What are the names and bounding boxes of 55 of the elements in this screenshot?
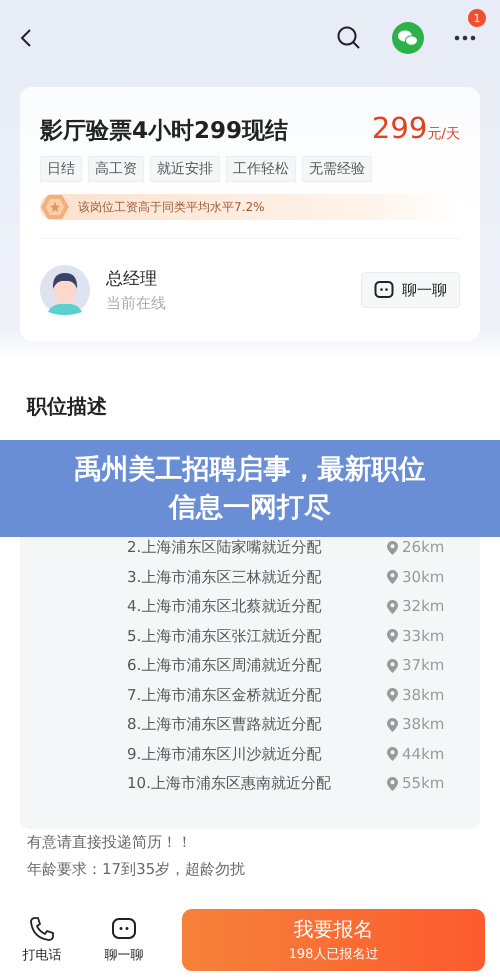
requirement-text: 有意请直接投递简历！！ (27, 832, 193, 852)
distance: 32km (402, 596, 444, 617)
distance: 55km (402, 773, 444, 794)
distance: 44km (402, 744, 444, 764)
chat-button[interactable]: 聊一聊 (361, 272, 460, 308)
detail-value: 2.上海浦东区陆家嘴就近分配 (127, 537, 322, 558)
location-pin-icon (387, 540, 398, 555)
phone-icon (29, 916, 55, 942)
chat-bubbles-icon[interactable] (392, 22, 424, 54)
job-tag: 无需经验 (302, 156, 372, 182)
banner-title: 禹州美工招聘启事，最新职位信息一网打尽 (74, 452, 426, 524)
location-pin-icon (387, 658, 398, 673)
recruiter-status: 当前在线 (106, 294, 167, 313)
location-pin-icon (387, 747, 398, 762)
detail-value: 4.上海市浦东区北蔡就近分配 (127, 596, 322, 617)
location-pin-icon (387, 629, 398, 644)
detail-value: 7.上海市浦东区金桥就近分配 (127, 684, 322, 706)
job-title: 影厅验票4小时299现结 (40, 117, 290, 146)
job-tag: 就近安排 (150, 156, 220, 182)
notification-badge: 1 (468, 9, 486, 27)
detail-value: 8.上海市浦东区曹路就近分配 (127, 714, 322, 735)
distance: 37km (402, 655, 444, 676)
action-button[interactable]: 打电话 (18, 916, 66, 964)
detail-value: 10.上海市浦东区惠南就近分配 (127, 773, 332, 794)
distance: 38km (402, 714, 444, 735)
location-pin-icon (387, 688, 398, 702)
chat-icon (374, 280, 394, 300)
location-pin-icon (387, 570, 398, 584)
medal-icon (40, 194, 70, 220)
salary: 299 (372, 111, 428, 145)
requirement-text: 年龄要求：17到35岁，超龄勿扰 (27, 858, 246, 880)
recruiter-name: 总经理 (106, 268, 158, 290)
distance: 26km (402, 537, 444, 558)
more-icon[interactable] (454, 35, 476, 41)
search-icon[interactable] (336, 25, 362, 51)
detail-value: 5.上海市浦东区张江就近分配 (127, 626, 322, 646)
detail-value: 9.上海市浦东区川沙就近分配 (127, 744, 322, 764)
avatar (40, 265, 90, 315)
chat-icon (111, 916, 137, 942)
detail-value: 3.上海市浦东区三林就近分配 (127, 566, 322, 588)
location-pin-icon (387, 718, 398, 732)
action-button[interactable]: 聊一聊 (100, 916, 148, 964)
back-icon[interactable] (20, 28, 32, 48)
distance: 30km (402, 566, 444, 588)
section-heading: 职位描述 (27, 393, 108, 420)
distance: 38km (402, 684, 444, 706)
location-pin-icon (387, 600, 398, 614)
job-tag: 工作轻松 (226, 156, 296, 182)
job-tag: 日结 (40, 156, 82, 182)
salary-unit: 元/天 (427, 125, 460, 143)
detail-value: 6.上海市浦东区周浦就近分配 (127, 655, 322, 676)
job-tag: 高工资 (88, 156, 144, 182)
location-pin-icon (387, 776, 398, 791)
distance: 33km (402, 626, 444, 646)
salary-note: 该岗位工资高于同类平均水平7.2% (78, 198, 264, 216)
